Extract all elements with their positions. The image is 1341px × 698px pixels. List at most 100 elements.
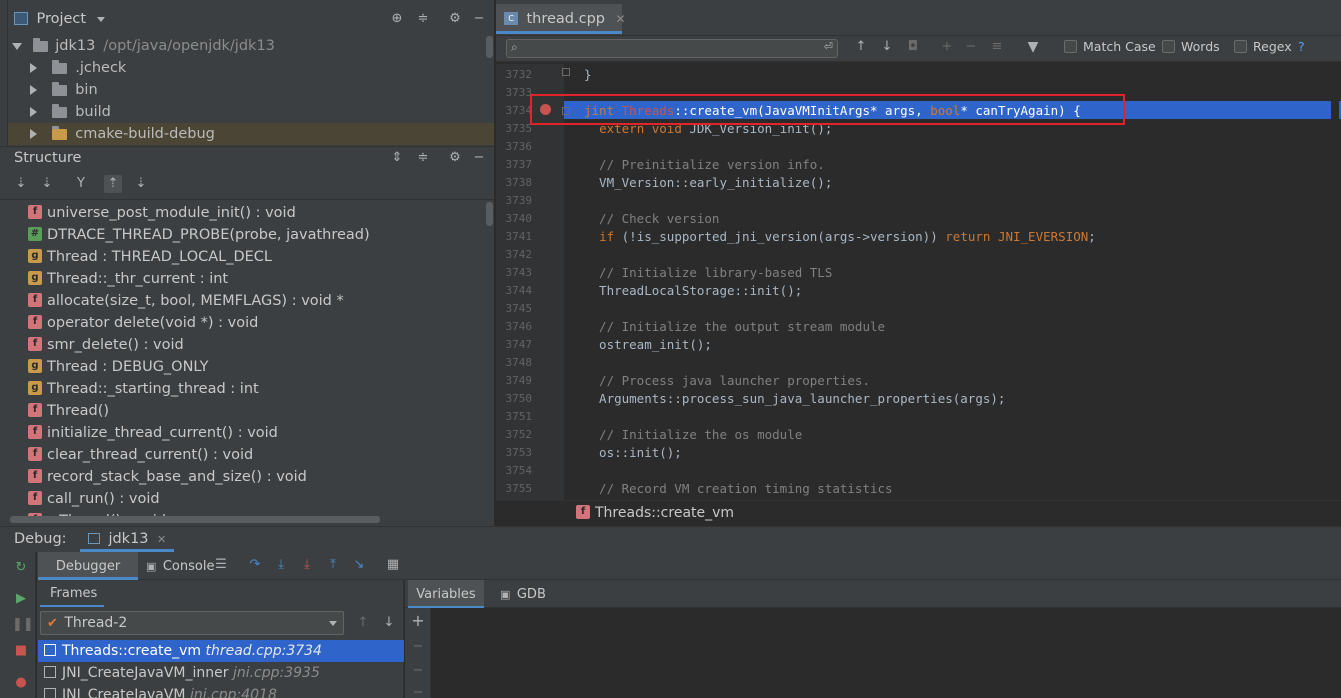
step-out-icon[interactable]: ⤒ bbox=[324, 556, 342, 574]
tree-item-selected[interactable]: cmake-build-debug bbox=[8, 123, 494, 145]
words-option[interactable]: Words bbox=[1162, 38, 1220, 56]
rerun-icon[interactable]: ↻ bbox=[12, 559, 30, 577]
tree-item[interactable]: .jcheck bbox=[0, 57, 494, 79]
structure-item[interactable]: g Thread : DEBUG_ONLY bbox=[28, 356, 208, 378]
move-up-icon[interactable]: − bbox=[409, 662, 427, 680]
structure-item[interactable]: # DTRACE_THREAD_PROBE(probe, javathread) bbox=[28, 224, 370, 246]
newline-icon[interactable]: ⏎ bbox=[824, 40, 833, 53]
debug-session-tab[interactable]: jdk13 ✕ bbox=[80, 526, 175, 552]
sort-visibility-icon[interactable]: ⇣ bbox=[38, 175, 56, 193]
structure-item[interactable]: f operator delete(void *) : void bbox=[28, 312, 258, 334]
frame-item[interactable]: JNI_CreateJavaVM_inner jni.cpp:3935 bbox=[38, 662, 404, 684]
tree-item[interactable]: bin bbox=[0, 79, 494, 101]
select-all-occurrences-icon[interactable]: ≡ bbox=[988, 38, 1006, 56]
structure-item[interactable]: f initialize_thread_current() : void bbox=[28, 422, 278, 444]
gear-icon[interactable]: ⚙ bbox=[446, 10, 464, 28]
add-occurrence-icon[interactable]: + bbox=[938, 38, 956, 56]
force-step-into-icon[interactable]: ⤓ bbox=[298, 556, 316, 574]
match-case-option[interactable]: Match Case bbox=[1064, 38, 1156, 56]
chevron-down-icon[interactable] bbox=[329, 621, 337, 626]
code-line[interactable]: } bbox=[584, 66, 592, 84]
structure-item[interactable]: f Thread() bbox=[28, 400, 109, 422]
code-line[interactable]: os::init(); bbox=[584, 444, 682, 462]
find-all-icon[interactable]: ◘ bbox=[904, 38, 922, 56]
editor-tab[interactable]: C thread.cpp ✕ bbox=[496, 4, 626, 34]
match-case-checkbox[interactable] bbox=[1064, 40, 1077, 53]
hide-icon[interactable]: − bbox=[470, 149, 488, 167]
arrow-down-icon[interactable]: ↓ bbox=[878, 38, 896, 56]
frame-item[interactable]: JNI_CreateJavaVM jni.cpp:4018 bbox=[38, 684, 404, 698]
tree-item[interactable]: build bbox=[0, 101, 494, 123]
expand-icon[interactable] bbox=[12, 42, 22, 50]
tree-root[interactable]: jdk13/opt/java/openjdk/jdk13 bbox=[0, 35, 494, 57]
step-over-icon[interactable]: ↷ bbox=[246, 556, 264, 574]
expand-icon[interactable] bbox=[30, 85, 37, 95]
structure-item[interactable]: g Thread::_starting_thread : int bbox=[28, 378, 259, 400]
code-line[interactable]: Arguments::process_sun_java_launcher_pro… bbox=[584, 390, 1005, 408]
code-line[interactable]: ostream_init(); bbox=[584, 336, 712, 354]
code-line[interactable]: // Process java launcher properties. bbox=[584, 372, 870, 390]
collapse-all-icon[interactable]: ≑ bbox=[414, 149, 432, 167]
run-to-cursor-icon[interactable]: ↘ bbox=[350, 556, 368, 574]
code-line[interactable]: // Initialize library-based TLS bbox=[584, 264, 832, 282]
editor-breadcrumb[interactable]: f Threads::create_vm bbox=[576, 503, 734, 523]
structure-item[interactable]: f record_stack_base_and_size() : void bbox=[28, 466, 307, 488]
variables-tab[interactable]: Variables bbox=[408, 580, 484, 608]
thread-selector[interactable]: ✔ Thread-2 bbox=[40, 611, 344, 635]
resume-icon[interactable]: ▶ bbox=[12, 590, 30, 608]
code-line[interactable]: // Check version bbox=[584, 210, 719, 228]
expand-all-icon[interactable]: ⇕ bbox=[388, 149, 406, 167]
move-down-icon[interactable]: − bbox=[409, 684, 427, 698]
expand-icon[interactable] bbox=[30, 107, 37, 117]
code-line[interactable]: // Initialize the os module bbox=[584, 426, 802, 444]
pause-icon[interactable]: ❚❚ bbox=[12, 616, 34, 634]
code-line[interactable]: // Record VM creation timing statistics bbox=[584, 480, 893, 498]
structure-item[interactable]: f call_run() : void bbox=[28, 488, 160, 510]
project-scrollbar[interactable] bbox=[486, 36, 493, 58]
remove-watch-icon[interactable]: − bbox=[409, 638, 427, 656]
regex-help-link[interactable]: ? bbox=[1298, 38, 1305, 56]
structure-hscrollbar[interactable] bbox=[10, 516, 380, 523]
autoscroll-from-source-icon[interactable]: ⇣ bbox=[132, 175, 150, 193]
structure-item[interactable]: f allocate(size_t, bool, MEMFLAGS) : void… bbox=[28, 290, 344, 312]
view-breakpoints-icon[interactable]: ● bbox=[12, 674, 30, 692]
evaluate-expression-icon[interactable]: ▦ bbox=[384, 556, 402, 574]
frame-item[interactable]: Threads::create_vm thread.cpp:3734 bbox=[38, 640, 404, 662]
words-checkbox[interactable] bbox=[1162, 40, 1175, 53]
code-line[interactable]: // Initialize the output stream module bbox=[584, 318, 885, 336]
add-watch-icon[interactable]: + bbox=[409, 612, 427, 630]
structure-item[interactable]: f smr_delete() : void bbox=[28, 334, 184, 356]
locate-icon[interactable]: ⊕ bbox=[388, 10, 406, 28]
arrow-up-icon[interactable]: ↑ bbox=[354, 614, 372, 632]
close-icon[interactable]: ✕ bbox=[615, 12, 625, 26]
expand-icon[interactable] bbox=[30, 63, 37, 73]
code-line[interactable]: // Preinitialize version info. bbox=[584, 156, 825, 174]
filter-icon[interactable]: ▼ bbox=[1024, 38, 1042, 56]
close-icon[interactable]: ✕ bbox=[157, 533, 166, 546]
structure-item[interactable]: g Thread::_thr_current : int bbox=[28, 268, 228, 290]
step-into-icon[interactable]: ⤓ bbox=[272, 556, 290, 574]
code-line[interactable]: VM_Version::early_initialize(); bbox=[584, 174, 832, 192]
console-tab[interactable]: ▣ Console bbox=[140, 552, 220, 580]
structure-item[interactable]: g Thread : THREAD_LOCAL_DECL bbox=[28, 246, 272, 268]
chevron-down-icon[interactable] bbox=[96, 16, 105, 22]
code-line[interactable]: if (!is_supported_jni_version(args->vers… bbox=[584, 228, 1096, 246]
remove-occurrence-icon[interactable]: − bbox=[962, 38, 980, 56]
arrow-down-icon[interactable]: ↓ bbox=[380, 614, 398, 632]
search-field[interactable]: ⌕ ⏎ bbox=[506, 39, 838, 58]
regex-option[interactable]: Regex bbox=[1234, 38, 1292, 56]
filter-icon[interactable]: Y bbox=[72, 175, 90, 193]
structure-item[interactable]: f clear_thread_current() : void bbox=[28, 444, 253, 466]
project-title[interactable]: Project bbox=[36, 11, 86, 27]
expand-icon[interactable] bbox=[30, 129, 37, 139]
hide-icon[interactable]: − bbox=[470, 10, 488, 28]
debugger-tab[interactable]: Debugger bbox=[38, 552, 138, 580]
search-input[interactable] bbox=[527, 41, 813, 56]
sort-alpha-icon[interactable]: ⇣ bbox=[12, 175, 30, 193]
autoscroll-to-source-icon[interactable]: ⇡ bbox=[104, 175, 122, 193]
fold-icon[interactable] bbox=[562, 68, 570, 76]
structure-item[interactable]: f universe_post_module_init() : void bbox=[28, 202, 296, 224]
gear-icon[interactable]: ⚙ bbox=[446, 149, 464, 167]
structure-scrollbar[interactable] bbox=[486, 202, 493, 226]
arrow-up-icon[interactable]: ↑ bbox=[852, 38, 870, 56]
